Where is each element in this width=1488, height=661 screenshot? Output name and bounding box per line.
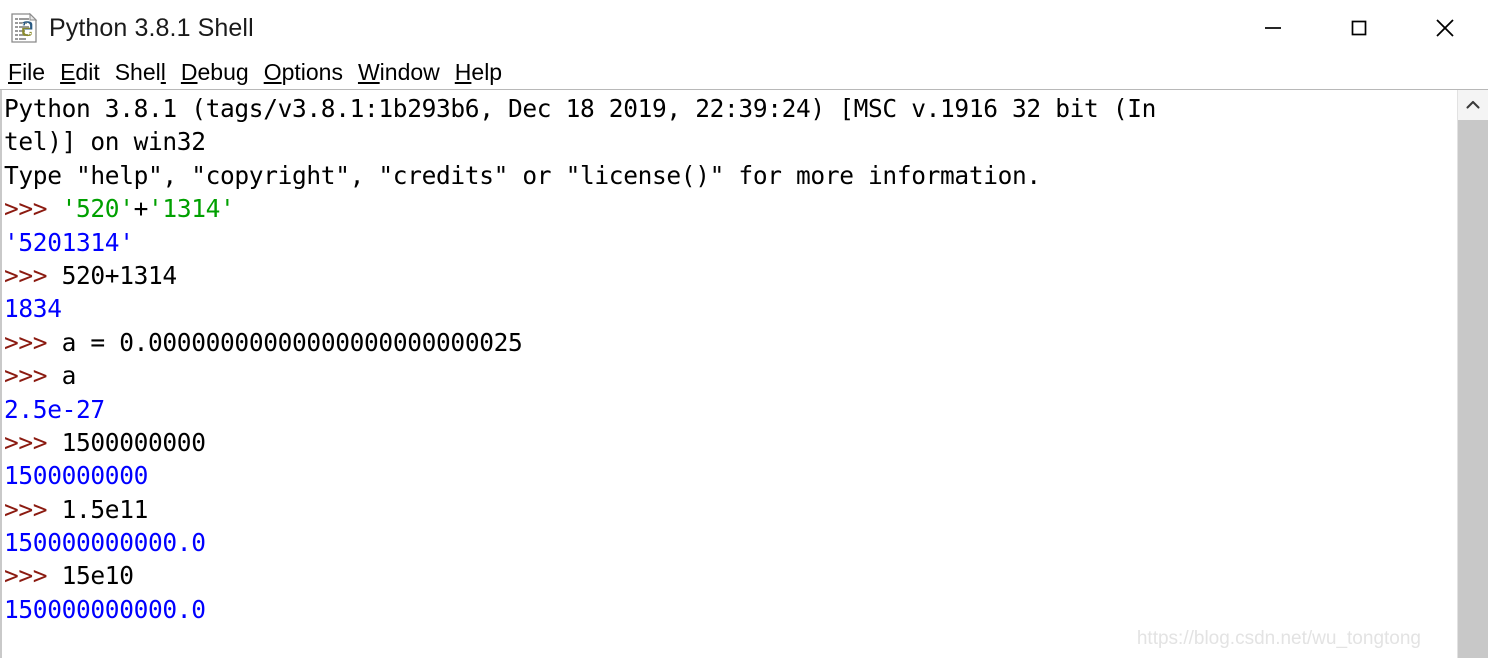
console-segment-black: 1500000000 bbox=[61, 427, 206, 457]
console-line: Type "help", "copyright", "credits" or "… bbox=[4, 159, 1457, 192]
console-line: >>> 520+1314 bbox=[4, 259, 1457, 292]
console-segment-string: '1314' bbox=[148, 194, 235, 224]
close-icon bbox=[1436, 19, 1454, 37]
console-segment-out: '5201314' bbox=[4, 227, 134, 257]
console-segment-black: 520+1314 bbox=[61, 260, 178, 290]
shell-text-area[interactable]: Python 3.8.1 (tags/v3.8.1:1b293b6, Dec 1… bbox=[0, 90, 1457, 658]
console-line: 150000000000.0 bbox=[4, 593, 1457, 626]
menu-item-window[interactable]: Window bbox=[358, 61, 440, 84]
menu-item-help[interactable]: Help bbox=[455, 61, 502, 84]
console-segment-prompt: >>> bbox=[4, 361, 62, 391]
console-segment-out: 150000000000.0 bbox=[4, 528, 206, 558]
menu-bar: File Edit Shell Debug Options Window Help bbox=[0, 56, 1488, 89]
console-line: >>> 1500000000 bbox=[4, 426, 1457, 459]
console-segment-out: 150000000000.0 bbox=[4, 594, 206, 624]
console-segment-out: 2.5e-27 bbox=[4, 394, 105, 424]
console-segment-prompt: >>> bbox=[4, 494, 62, 524]
console-segment-black: tel)] on win32 bbox=[4, 127, 206, 157]
scrollbar-track[interactable] bbox=[1458, 120, 1488, 658]
vertical-scrollbar[interactable] bbox=[1457, 90, 1488, 658]
title-bar: Python 3.8.1 Shell bbox=[0, 0, 1488, 56]
watermark: https://blog.csdn.net/wu_tongtong bbox=[1136, 628, 1421, 649]
window-title: Python 3.8.1 Shell bbox=[49, 13, 254, 42]
menu-mnemonic: H bbox=[454, 59, 472, 85]
console-line: >>> 1.5e11 bbox=[4, 493, 1457, 526]
scrollbar-thumb[interactable] bbox=[1458, 120, 1488, 658]
close-button[interactable] bbox=[1402, 0, 1488, 56]
console-line: '5201314' bbox=[4, 226, 1457, 259]
console-segment-prompt: >>> bbox=[4, 194, 62, 224]
console-line: 1834 bbox=[4, 292, 1457, 325]
menu-item-shell[interactable]: Shell bbox=[115, 61, 166, 84]
shell-output-text: Python 3.8.1 (tags/v3.8.1:1b293b6, Dec 1… bbox=[4, 92, 1457, 626]
console-segment-black: Python 3.8.1 (tags/v3.8.1:1b293b6, Dec 1… bbox=[4, 94, 1157, 123]
menu-mnemonic: E bbox=[60, 59, 76, 85]
minimize-icon bbox=[1265, 27, 1281, 29]
menu-item-edit[interactable]: Edit bbox=[60, 61, 100, 84]
console-segment-prompt: >>> bbox=[4, 260, 62, 290]
menu-item-debug[interactable]: Debug bbox=[181, 61, 249, 84]
menu-mnemonic: W bbox=[357, 59, 380, 85]
maximize-button[interactable] bbox=[1316, 0, 1402, 56]
minimize-button[interactable] bbox=[1230, 0, 1316, 56]
console-segment-prompt: >>> bbox=[4, 327, 62, 357]
console-segment-out: 1834 bbox=[4, 294, 62, 324]
window-controls bbox=[1230, 0, 1488, 56]
console-line: >>> '520'+'1314' bbox=[4, 192, 1457, 225]
console-line: 150000000000.0 bbox=[4, 526, 1457, 559]
console-line: Python 3.8.1 (tags/v3.8.1:1b293b6, Dec 1… bbox=[4, 92, 1457, 125]
shell-body: Python 3.8.1 (tags/v3.8.1:1b293b6, Dec 1… bbox=[0, 90, 1488, 658]
console-line: >>> a = 0.00000000000000000000000025 bbox=[4, 326, 1457, 359]
console-segment-black: Type "help", "copyright", "credits" or "… bbox=[4, 160, 1041, 190]
console-segment-string: '520' bbox=[61, 194, 134, 224]
console-segment-prompt: >>> bbox=[4, 561, 62, 591]
console-line: >>> 15e10 bbox=[4, 559, 1457, 592]
console-segment-out: 1500000000 bbox=[4, 461, 149, 491]
console-line: tel)] on win32 bbox=[4, 125, 1457, 158]
maximize-icon bbox=[1351, 20, 1367, 36]
python-document-icon bbox=[8, 11, 42, 45]
title-bar-left: Python 3.8.1 Shell bbox=[0, 11, 254, 45]
console-segment-prompt: >>> bbox=[4, 427, 62, 457]
scroll-up-button[interactable] bbox=[1458, 90, 1488, 120]
menu-mnemonic: O bbox=[263, 59, 282, 85]
console-line: 2.5e-27 bbox=[4, 393, 1457, 426]
menu-item-file[interactable]: File bbox=[8, 61, 45, 84]
menu-mnemonic: D bbox=[180, 59, 198, 85]
chevron-up-icon bbox=[1466, 100, 1480, 109]
menu-mnemonic: l bbox=[160, 59, 166, 85]
console-segment-black: 1.5e11 bbox=[61, 494, 149, 524]
console-segment-black: a = 0.00000000000000000000000025 bbox=[61, 327, 523, 357]
console-segment-black: a bbox=[61, 361, 77, 391]
console-line: >>> a bbox=[4, 359, 1457, 392]
console-segment-black: + bbox=[133, 194, 149, 224]
python-idle-shell-window: Python 3.8.1 Shell File Edit Shell Debug… bbox=[0, 0, 1488, 661]
console-segment-black: 15e10 bbox=[61, 561, 134, 591]
console-line: 1500000000 bbox=[4, 459, 1457, 492]
menu-mnemonic: F bbox=[8, 59, 23, 85]
menu-item-options[interactable]: Options bbox=[264, 61, 343, 84]
